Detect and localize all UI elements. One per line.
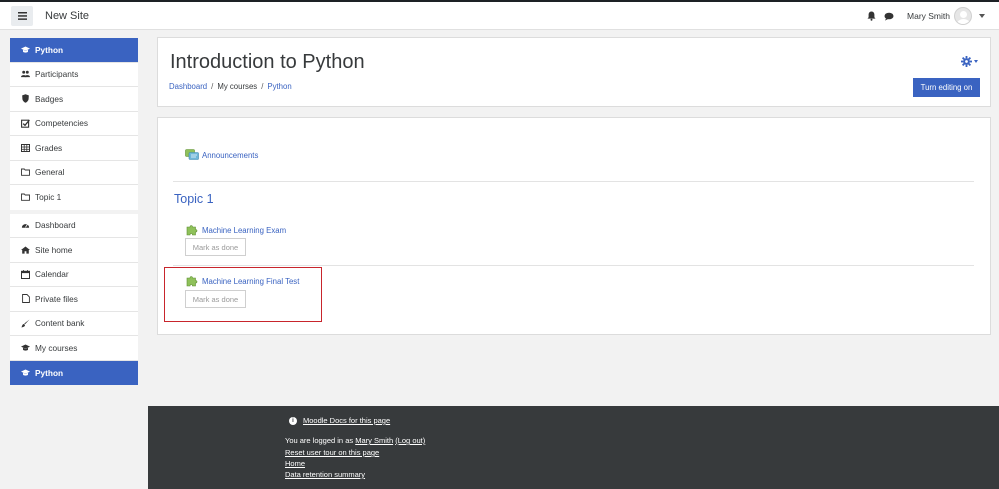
breadcrumb-separator: / bbox=[261, 82, 264, 91]
drawer-item-label: Python bbox=[35, 44, 64, 55]
drawer-item-topic-1[interactable]: Topic 1 bbox=[10, 185, 138, 210]
site-name[interactable]: New Site bbox=[45, 10, 89, 22]
drawer-item-general[interactable]: General bbox=[10, 161, 138, 185]
drawer-item-label: Python bbox=[35, 367, 64, 378]
moodle-docs-link[interactable]: Moodle Docs for this page bbox=[303, 416, 390, 425]
reset-tour: Reset user tour on this page bbox=[285, 448, 379, 457]
drawer-item-label: Calendar bbox=[35, 269, 69, 280]
drawer-item-label: Topic 1 bbox=[35, 192, 62, 203]
chat-icon[interactable] bbox=[883, 10, 895, 22]
drawer-item-label: Dashboard bbox=[35, 220, 76, 231]
page-title: Introduction to Python bbox=[170, 51, 365, 73]
menu-toggle-button[interactable] bbox=[11, 5, 33, 26]
drawer-item-calendar[interactable]: Calendar bbox=[10, 263, 138, 287]
drawer-item-python-course[interactable]: Python bbox=[10, 360, 138, 385]
activity-link[interactable]: Machine Learning Exam bbox=[202, 226, 286, 235]
drawer-item-my-courses[interactable]: My courses bbox=[10, 336, 138, 361]
page-footer: i Moodle Docs for this page You are logg… bbox=[148, 406, 999, 489]
home-icon bbox=[21, 245, 30, 254]
graduation-cap-icon bbox=[21, 45, 30, 54]
activity-machine-learning-exam[interactable]: Machine Learning Exam bbox=[186, 224, 286, 236]
graduation-cap-icon bbox=[21, 343, 30, 352]
file-icon bbox=[21, 294, 30, 304]
course-settings-menu[interactable] bbox=[961, 56, 978, 67]
forum-icon bbox=[185, 149, 199, 160]
folder-icon bbox=[21, 193, 30, 202]
breadcrumb-separator: / bbox=[211, 82, 214, 91]
info-icon: i bbox=[289, 416, 297, 425]
breadcrumb-my-courses: My courses bbox=[217, 82, 258, 91]
mark-as-done-button[interactable]: Mark as done bbox=[185, 238, 246, 256]
avatar[interactable] bbox=[954, 7, 972, 25]
section-divider bbox=[173, 181, 974, 182]
table-icon bbox=[21, 143, 30, 152]
breadcrumb-python[interactable]: Python bbox=[267, 82, 291, 91]
nav-drawer: Python Participants Badges Competencies … bbox=[10, 38, 138, 389]
login-info-prefix: You are logged in as bbox=[285, 436, 356, 445]
moodle-docs: i Moodle Docs for this page bbox=[289, 416, 390, 425]
bell-icon[interactable] bbox=[865, 10, 877, 22]
drawer-item-grades[interactable]: Grades bbox=[10, 136, 138, 161]
drawer-item-label: Content bank bbox=[35, 318, 85, 329]
drawer-item-label: Competencies bbox=[35, 118, 89, 129]
home-link[interactable]: Home bbox=[285, 459, 305, 468]
dashboard-icon bbox=[21, 221, 30, 230]
drawer-item-private-files[interactable]: Private files bbox=[10, 287, 138, 312]
chevron-down-icon[interactable] bbox=[979, 14, 985, 18]
announcements-activity[interactable]: Announcements bbox=[185, 149, 258, 161]
gear-icon bbox=[961, 56, 972, 67]
shield-icon bbox=[21, 94, 30, 104]
puzzle-piece-icon bbox=[186, 225, 198, 236]
drawer-item-label: Badges bbox=[35, 93, 64, 104]
drawer-item-label: Grades bbox=[35, 142, 63, 153]
section-title-topic-1[interactable]: Topic 1 bbox=[174, 192, 214, 206]
page-header: Introduction to Python Dashboard / My co… bbox=[157, 37, 991, 107]
data-retention: Data retention summary bbox=[285, 470, 365, 479]
reset-tour-link[interactable]: Reset user tour on this page bbox=[285, 448, 379, 457]
graduation-cap-icon bbox=[21, 368, 30, 377]
breadcrumb-dashboard[interactable]: Dashboard bbox=[169, 82, 207, 91]
drawer-item-dashboard[interactable]: Dashboard bbox=[10, 214, 138, 238]
highlight-annotation bbox=[164, 267, 322, 322]
course-nav: Python Participants Badges Competencies … bbox=[10, 38, 138, 210]
brush-icon bbox=[21, 319, 30, 328]
top-navbar: New Site Mary Smith bbox=[0, 0, 999, 30]
drawer-item-badges[interactable]: Badges bbox=[10, 87, 138, 112]
breadcrumb: Dashboard / My courses / Python bbox=[169, 82, 292, 91]
data-retention-link[interactable]: Data retention summary bbox=[285, 470, 365, 479]
logout-link[interactable]: (Log out) bbox=[395, 436, 425, 445]
checkbox-icon bbox=[21, 119, 30, 128]
calendar-icon bbox=[21, 269, 30, 279]
drawer-item-label: General bbox=[35, 167, 65, 178]
drawer-item-label: Site home bbox=[35, 244, 73, 255]
drawer-item-participants[interactable]: Participants bbox=[10, 63, 138, 87]
users-icon bbox=[21, 70, 30, 79]
folder-icon bbox=[21, 168, 30, 177]
announcements-link[interactable]: Announcements bbox=[202, 151, 258, 160]
drawer-item-site-home[interactable]: Site home bbox=[10, 238, 138, 263]
drawer-item-content-bank[interactable]: Content bank bbox=[10, 312, 138, 336]
site-nav: Dashboard Site home Calendar Private fil… bbox=[10, 213, 138, 385]
drawer-item-label: Participants bbox=[35, 69, 79, 80]
drawer-item-label: My courses bbox=[35, 342, 78, 353]
hamburger-icon bbox=[17, 11, 27, 20]
user-name[interactable]: Mary Smith bbox=[907, 11, 950, 21]
chevron-down-icon bbox=[974, 60, 978, 63]
login-info: You are logged in as Mary Smith (Log out… bbox=[285, 436, 425, 445]
activity-divider bbox=[173, 265, 974, 266]
drawer-item-competencies[interactable]: Competencies bbox=[10, 112, 138, 136]
user-nav: Mary Smith bbox=[859, 2, 985, 30]
turn-editing-on-button[interactable]: Turn editing on bbox=[913, 78, 980, 97]
home: Home bbox=[285, 459, 305, 468]
profile-link[interactable]: Mary Smith bbox=[355, 436, 393, 445]
drawer-item-python[interactable]: Python bbox=[10, 38, 138, 63]
drawer-item-label: Private files bbox=[35, 293, 78, 304]
